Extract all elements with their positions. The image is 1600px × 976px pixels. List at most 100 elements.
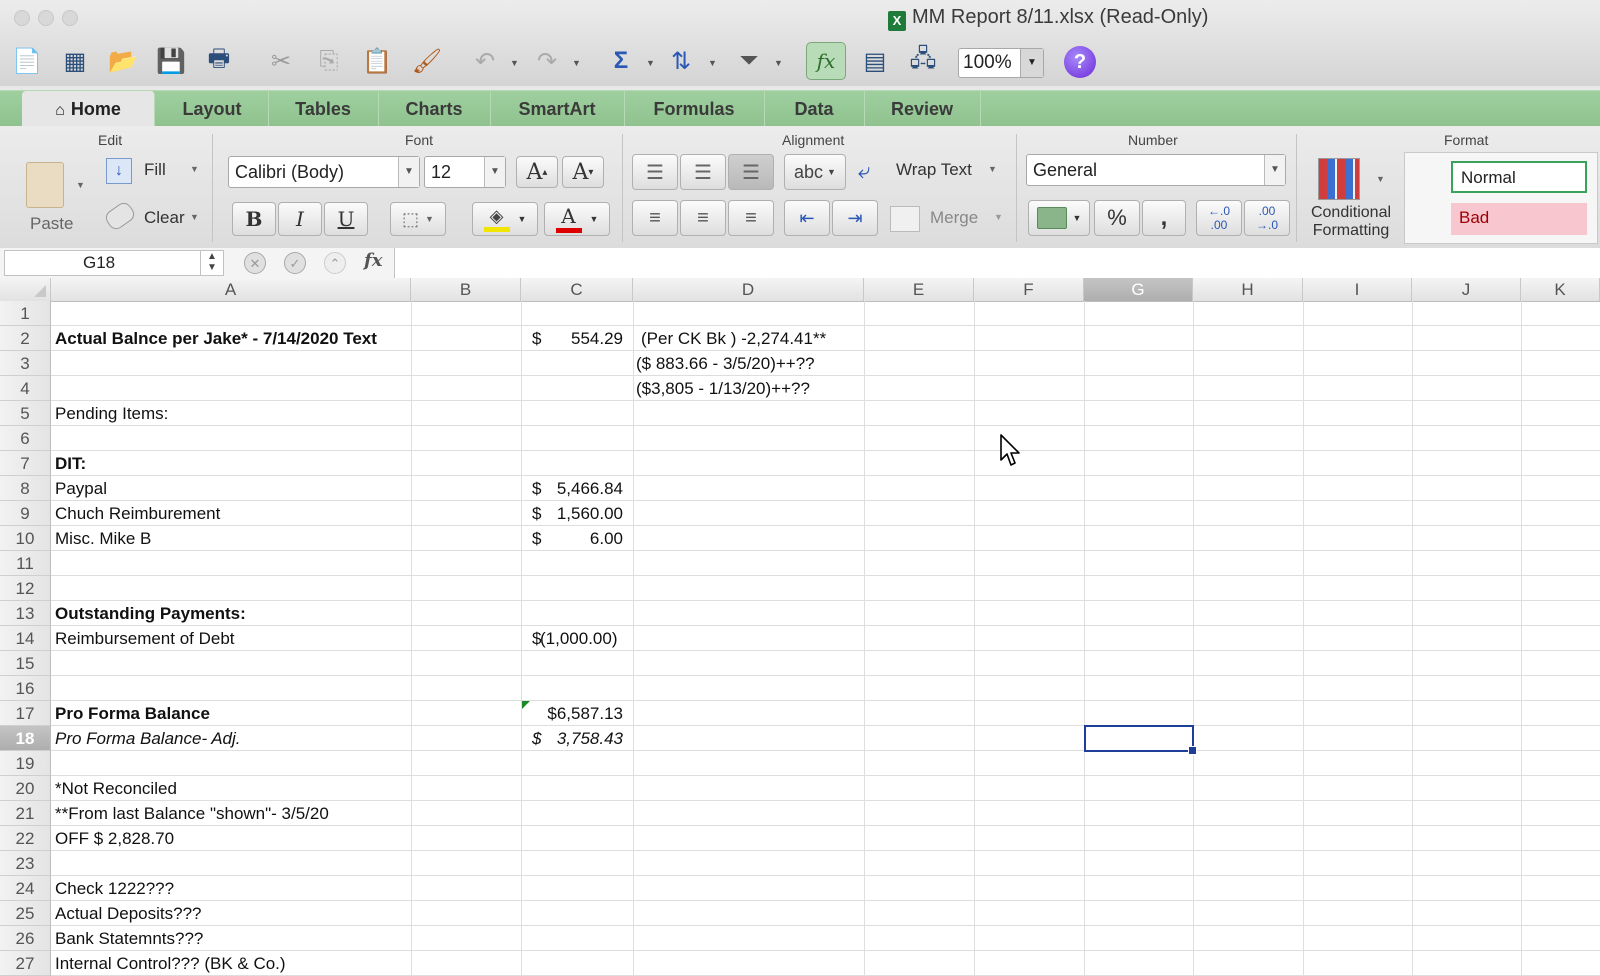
new-workbook-icon[interactable]: 📄 xyxy=(10,44,44,78)
worksheet-grid[interactable]: A B C D E F G H I J K 1 2 3 4 5 6 7 8 9 10 11 12 13 1… xyxy=(0,278,1600,976)
row-header-16[interactable]: 16 xyxy=(0,676,50,701)
cell-a14[interactable]: Reimbursement of Debt xyxy=(55,626,235,651)
align-bottom-button[interactable]: ☰ xyxy=(728,154,774,190)
row-header-5[interactable]: 5 xyxy=(0,401,50,426)
row-header-7[interactable]: 7 xyxy=(0,451,50,476)
increase-indent-button[interactable]: ⇥ xyxy=(832,200,878,236)
row-header-20[interactable]: 20 xyxy=(0,776,50,801)
fill-handle[interactable] xyxy=(1188,746,1197,755)
cell-c17[interactable]: $6,587.13 xyxy=(522,701,623,726)
row-header-2[interactable]: 2 xyxy=(0,326,50,351)
decrease-font-size-button[interactable]: A ▾ xyxy=(562,156,604,188)
number-format-select[interactable]: General ▼ xyxy=(1026,154,1286,186)
filter-icon[interactable]: ⏷ xyxy=(732,44,766,78)
redo-dropdown-icon[interactable]: ▼ xyxy=(572,58,581,68)
cell-area[interactable]: Actual Balnce per Jake* - 7/14/2020 Text… xyxy=(51,301,1600,976)
row-header-6[interactable]: 6 xyxy=(0,426,50,451)
decrease-indent-button[interactable]: ⇤ xyxy=(784,200,830,236)
row-header-22[interactable]: 22 xyxy=(0,826,50,851)
paste-icon[interactable]: 📋 xyxy=(360,44,394,78)
column-header-k[interactable]: K xyxy=(1521,278,1600,301)
row-header-17[interactable]: 17 xyxy=(0,701,50,726)
name-box-stepper[interactable]: ▲ ▼ xyxy=(200,251,223,275)
row-header-12[interactable]: 12 xyxy=(0,576,50,601)
text-orientation-button[interactable]: abc ▼ xyxy=(784,154,846,190)
gallery-icon[interactable]: ▤ xyxy=(858,44,892,78)
clear-button[interactable]: Clear ▼ xyxy=(102,199,204,233)
row-header-11[interactable]: 11 xyxy=(0,551,50,576)
column-header-f[interactable]: F xyxy=(974,278,1084,301)
confirm-edit-icon[interactable]: ✓ xyxy=(284,252,306,274)
row-header-14[interactable]: 14 xyxy=(0,626,50,651)
row-header-8[interactable]: 8 xyxy=(0,476,50,501)
conditional-formatting-button[interactable]: ▼ Conditional Formatting xyxy=(1304,154,1398,246)
cell-a20[interactable]: *Not Reconciled xyxy=(55,776,177,801)
cut-icon[interactable]: ✂ xyxy=(264,44,298,78)
zoom-window-button[interactable] xyxy=(62,10,78,26)
row-header-9[interactable]: 9 xyxy=(0,501,50,526)
filter-dropdown-icon[interactable]: ▼ xyxy=(774,58,783,68)
autosum-icon[interactable]: Σ xyxy=(604,44,638,78)
row-header-15[interactable]: 15 xyxy=(0,651,50,676)
cell-a8[interactable]: Paypal xyxy=(55,476,107,501)
row-header-18[interactable]: 18 xyxy=(0,726,50,751)
cell-a13[interactable]: Outstanding Payments: xyxy=(55,601,246,626)
tab-smartart[interactable]: SmartArt xyxy=(490,91,625,127)
tab-layout[interactable]: Layout xyxy=(156,91,269,127)
style-normal[interactable]: Normal xyxy=(1451,161,1587,193)
undo-dropdown-icon[interactable]: ▼ xyxy=(510,58,519,68)
templates-icon[interactable]: ▦ xyxy=(58,44,92,78)
decrease-decimal-button[interactable]: .00 →.0 xyxy=(1244,200,1290,236)
column-header-b[interactable]: B xyxy=(411,278,521,301)
tab-formulas[interactable]: Formulas xyxy=(624,91,765,127)
row-header-3[interactable]: 3 xyxy=(0,351,50,376)
save-icon[interactable]: 💾 xyxy=(154,44,188,78)
row-header-26[interactable]: 26 xyxy=(0,926,50,951)
chevron-down-icon[interactable]: ▼ xyxy=(484,157,505,187)
cell-a10[interactable]: Misc. Mike B xyxy=(55,526,151,551)
cell-c9[interactable]: $1,560.00 xyxy=(522,501,633,526)
cell-a2[interactable]: Actual Balnce per Jake* - 7/14/2020 Text xyxy=(55,326,377,351)
currency-format-button[interactable]: ▼ xyxy=(1028,200,1090,236)
underline-button[interactable]: U xyxy=(324,202,368,236)
cell-a26[interactable]: Bank Statemnts??? xyxy=(55,926,203,951)
align-top-button[interactable]: ☰ xyxy=(632,154,678,190)
merge-button[interactable]: Merge ▼ xyxy=(890,202,1006,234)
cell-a17[interactable]: Pro Forma Balance xyxy=(55,701,210,726)
chevron-down-icon[interactable]: ▼ xyxy=(1264,155,1285,185)
cell-c18[interactable]: $3,758.43 xyxy=(522,726,633,751)
row-header-10[interactable]: 10 xyxy=(0,526,50,551)
borders-button[interactable]: ⬚ ▼ xyxy=(390,202,446,236)
cell-d2[interactable]: (Per CK Bk ) -2,274.41** xyxy=(641,326,826,351)
style-bad[interactable]: Bad xyxy=(1451,203,1587,235)
row-header-4[interactable]: 4 xyxy=(0,376,50,401)
bold-button[interactable]: B xyxy=(232,202,276,236)
wrap-text-button[interactable]: ⤶ Wrap Text ▼ xyxy=(856,156,1006,188)
cell-a9[interactable]: Chuch Reimburement xyxy=(55,501,220,526)
column-header-c[interactable]: C xyxy=(521,278,633,301)
increase-font-size-button[interactable]: A ▴ xyxy=(516,156,558,188)
undo-icon[interactable]: ↶ xyxy=(468,44,502,78)
align-left-button[interactable]: ≡ xyxy=(632,200,678,236)
comma-style-button[interactable]: , xyxy=(1142,200,1186,236)
copy-icon[interactable]: ⎘ xyxy=(312,44,346,78)
tab-home[interactable]: ⌂ Home xyxy=(22,91,155,127)
column-header-h[interactable]: H xyxy=(1193,278,1303,301)
formula-input[interactable] xyxy=(394,248,1600,278)
sort-dropdown-icon[interactable]: ▼ xyxy=(708,58,717,68)
column-header-d[interactable]: D xyxy=(633,278,864,301)
sort-icon[interactable]: ⇅ xyxy=(664,44,698,78)
font-name-select[interactable]: Calibri (Body) ▼ xyxy=(228,156,420,188)
row-header-23[interactable]: 23 xyxy=(0,851,50,876)
column-header-g[interactable]: G xyxy=(1084,278,1193,301)
percent-style-button[interactable]: % xyxy=(1094,200,1140,236)
increase-decimal-button[interactable]: ←.0.00 xyxy=(1196,200,1242,236)
chevron-down-icon[interactable]: ▼ xyxy=(398,157,419,187)
fill-color-button[interactable]: ◈ ▼ xyxy=(472,202,538,236)
tab-charts[interactable]: Charts xyxy=(378,91,491,127)
cell-a18[interactable]: Pro Forma Balance- Adj. xyxy=(55,726,241,751)
row-header-21[interactable]: 21 xyxy=(0,801,50,826)
align-middle-button[interactable]: ☰ xyxy=(680,154,726,190)
function-wizard-icon[interactable]: ⌃ xyxy=(324,252,346,274)
help-icon[interactable]: ? xyxy=(1064,46,1096,78)
